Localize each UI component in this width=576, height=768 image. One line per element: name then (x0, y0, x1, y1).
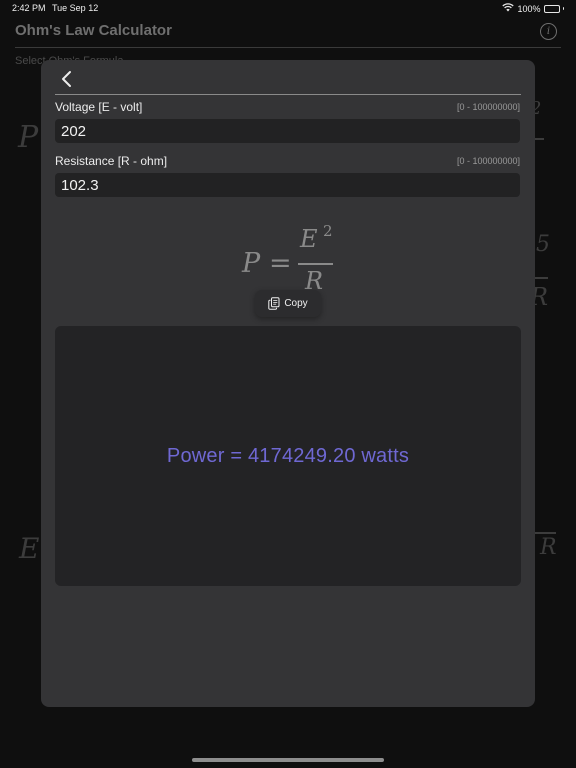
formula-fraction-bar (298, 263, 333, 265)
bg-formula-five: 5 (536, 232, 550, 257)
formula-lhs: P (242, 248, 261, 279)
voltage-range: [0 - 100000000] (456, 102, 520, 112)
app-title: Ohm's Law Calculator (15, 22, 172, 39)
formula-numerator: E (300, 225, 318, 253)
chevron-left-icon (62, 71, 71, 87)
formula-exponent: 2 (323, 222, 333, 240)
bg-formula-e: E (19, 532, 40, 565)
sheet-divider (55, 94, 521, 95)
resistance-input[interactable]: 102.3 (55, 173, 520, 197)
result-panel: Power = 4174249.20 watts (55, 326, 521, 586)
copy-icon (268, 297, 280, 310)
bg-fraction-bar (534, 532, 556, 534)
voltage-input[interactable]: 202 (55, 119, 520, 143)
copy-label: Copy (284, 298, 308, 309)
bg-fraction-bar (534, 277, 548, 279)
title-divider (15, 47, 561, 48)
result-text: Power = 4174249.20 watts (166, 444, 410, 467)
bg-formula-r2: R (540, 535, 557, 560)
bg-formula-p: P (18, 120, 39, 155)
bg-fraction-bar (534, 138, 544, 140)
calculator-sheet: Voltage [E - volt] [0 - 100000000] 202 R… (41, 60, 535, 707)
info-icon[interactable]: i (540, 23, 557, 40)
resistance-label: Resistance [R - ohm] (55, 154, 168, 168)
home-indicator[interactable] (192, 758, 384, 762)
back-button[interactable] (55, 68, 79, 90)
formula-display: P = E 2 R (41, 222, 535, 298)
voltage-label: Voltage [E - volt] (55, 100, 143, 114)
formula-equals: = (269, 248, 292, 279)
resistance-range: [0 - 100000000] (456, 156, 520, 166)
copy-button[interactable]: Copy (255, 290, 321, 317)
